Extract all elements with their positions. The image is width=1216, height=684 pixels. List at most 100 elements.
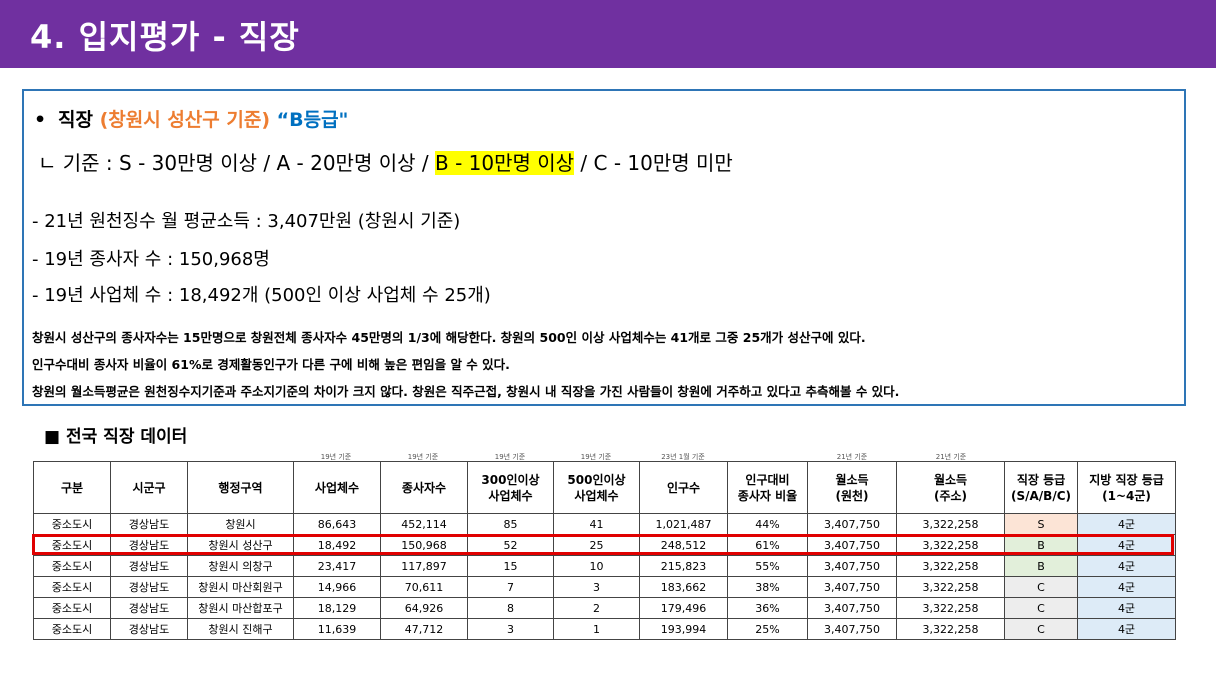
col-district-cell: 창원시 진해구 xyxy=(187,618,294,640)
table-row: 중소도시 경상남도 창원시 86,643 452,114 85 41 1,021,487 44%… xyxy=(33,513,1176,535)
col-job-grade-cell: S xyxy=(1004,513,1078,535)
grade-prefix: 직장 xyxy=(58,109,100,131)
col-district-cell: 창원시 xyxy=(187,513,294,535)
note-line-1: 창원시 성산구의 종사자수는 15만명으로 창원전체 종사자수 45만명의 1/… xyxy=(32,330,866,345)
col-income-source-cell: 3,407,750 xyxy=(807,555,897,577)
col-employee-ratio-cell: 61% xyxy=(727,534,808,556)
col-category-cell: 중소도시 xyxy=(33,513,111,535)
workplace-data-table: 구분 시군구 행정구역 사업체수 종사자수 300인이상 사업체수 500인이상 사업체수 인구수… xyxy=(33,461,1176,640)
col-employee-count-header: 종사자수 xyxy=(380,461,468,514)
col-job-grade-cell: C xyxy=(1004,597,1078,619)
table-header-row: 구분 시군구 행정구역 사업체수 종사자수 300인이상 사업체수 500인이상 사업체수 인구수… xyxy=(33,461,1176,514)
col-regional-grade-cell: 4군 xyxy=(1077,534,1176,556)
col-regional-grade-cell: 4군 xyxy=(1077,597,1176,619)
col-business-count-cell: 14,966 xyxy=(293,576,381,598)
businesses-line: - 19년 사업체 수 : 18,492개 (500인 이상 사업체 수 25개… xyxy=(32,285,491,306)
col-500-plus-cell: 2 xyxy=(553,597,640,619)
col-category-cell: 중소도시 xyxy=(33,555,111,577)
col-job-grade-header: 직장 등급 (S/A/B/C) xyxy=(1004,461,1078,514)
col-employee-ratio-cell: 25% xyxy=(727,618,808,640)
col-employee-count-cell: 47,712 xyxy=(380,618,468,640)
grade-basis: (창원시 성산구 기준) xyxy=(99,109,271,131)
col-job-grade-cell: B xyxy=(1004,534,1078,556)
col-300-plus-cell: 52 xyxy=(467,534,554,556)
employees-line: - 19년 종사자 수 : 150,968명 xyxy=(32,249,270,270)
col-category-cell: 중소도시 xyxy=(33,576,111,598)
col-business-count-cell: 18,129 xyxy=(293,597,381,619)
col-income-address-cell: 3,322,258 xyxy=(896,597,1005,619)
criteria-line: ㄴ 기준 : S - 30만명 이상 / A - 20만명 이상 / B - 1… xyxy=(38,147,733,176)
table-row: 중소도시 경상남도 창원시 의창구 23,417 117,897 15 10 215,823 5… xyxy=(33,555,1176,577)
col-category-cell: 중소도시 xyxy=(33,534,111,556)
section-title: ■ 전국 직장 데이터 xyxy=(44,427,188,447)
table-row: 중소도시 경상남도 창원시 진해구 11,639 47,712 3 1 193,994 25% 3… xyxy=(33,618,1176,640)
col-employee-ratio-cell: 36% xyxy=(727,597,808,619)
criteria-prefix: ㄴ 기준 : S - 30만명 이상 / A - 20만명 이상 / xyxy=(38,151,435,175)
col-employee-count-cell: 70,611 xyxy=(380,576,468,598)
summary-box: • 직장 (창원시 성산구 기준) “B등급" ㄴ 기준 : S - 30만명 이… xyxy=(22,89,1186,406)
col-category-header: 구분 xyxy=(33,461,111,514)
note-line-3: 창원의 월소득평균은 원천징수지기준과 주소지기준의 차이가 크지 않다. 창원… xyxy=(32,384,900,399)
col-category-cell: 중소도시 xyxy=(33,618,111,640)
col-income-address-cell: 3,322,258 xyxy=(896,555,1005,577)
col-employee-ratio-cell: 55% xyxy=(727,555,808,577)
col-300-plus-cell: 15 xyxy=(467,555,554,577)
bullet-icon: • xyxy=(34,109,47,131)
col-province-cell: 경상남도 xyxy=(110,618,188,640)
col-income-address-cell: 3,322,258 xyxy=(896,618,1005,640)
col-population-cell: 215,823 xyxy=(639,555,728,577)
col-income-source-cell: 3,407,750 xyxy=(807,597,897,619)
col-district-cell: 창원시 마산회원구 xyxy=(187,576,294,598)
col-500-plus-cell: 25 xyxy=(553,534,640,556)
col-province-cell: 경상남도 xyxy=(110,513,188,535)
col-business-count-cell: 23,417 xyxy=(293,555,381,577)
col-500-plus-header: 500인이상 사업체수 xyxy=(553,461,640,514)
col-province-cell: 경상남도 xyxy=(110,534,188,556)
col-population-cell: 179,496 xyxy=(639,597,728,619)
col-employee-count-cell: 64,926 xyxy=(380,597,468,619)
col-job-grade-cell: B xyxy=(1004,555,1078,577)
col-employee-count-cell: 150,968 xyxy=(380,534,468,556)
grade-line: • 직장 (창원시 성산구 기준) “B등급" xyxy=(34,105,348,132)
col-job-grade-cell: C xyxy=(1004,618,1078,640)
col-regional-grade-cell: 4군 xyxy=(1077,618,1176,640)
col-income-source-cell: 3,407,750 xyxy=(807,513,897,535)
col-300-plus-cell: 3 xyxy=(467,618,554,640)
col-employee-ratio-cell: 38% xyxy=(727,576,808,598)
col-business-count-header: 사업체수 xyxy=(293,461,381,514)
col-district-cell: 창원시 성산구 xyxy=(187,534,294,556)
col-regional-grade-cell: 4군 xyxy=(1077,576,1176,598)
col-employee-ratio-header: 인구대비 종사자 비율 xyxy=(727,461,808,514)
col-regional-grade-cell: 4군 xyxy=(1077,513,1176,535)
col-business-count-cell: 86,643 xyxy=(293,513,381,535)
col-income-address-cell: 3,322,258 xyxy=(896,513,1005,535)
col-district-cell: 창원시 마산합포구 xyxy=(187,597,294,619)
col-population-cell: 193,994 xyxy=(639,618,728,640)
col-regional-grade-header: 지방 직장 등급 (1~4군) xyxy=(1077,461,1176,514)
col-income-address-header: 월소득 (주소) xyxy=(896,461,1005,514)
col-300-plus-cell: 85 xyxy=(467,513,554,535)
table-row: 중소도시 경상남도 창원시 마산회원구 14,966 70,611 7 3 183,662 38… xyxy=(33,576,1176,598)
col-income-address-cell: 3,322,258 xyxy=(896,576,1005,598)
income-line: - 21년 원천징수 월 평균소득 : 3,407만원 (창원시 기준) xyxy=(32,211,461,232)
table-row-highlighted: 중소도시 경상남도 창원시 성산구 18,492 150,968 52 25 248,512 6… xyxy=(33,534,1176,556)
col-business-count-cell: 18,492 xyxy=(293,534,381,556)
col-500-plus-cell: 3 xyxy=(553,576,640,598)
page-title: 4. 입지평가 - 직장 xyxy=(30,18,300,56)
table-body: 중소도시 경상남도 창원시 86,643 452,114 85 41 1,021,487 44%… xyxy=(33,513,1176,640)
col-300-plus-cell: 8 xyxy=(467,597,554,619)
criteria-suffix: / C - 10만명 미만 xyxy=(574,151,733,175)
col-income-source-header: 월소득 (원천) xyxy=(807,461,897,514)
col-income-address-cell: 3,322,258 xyxy=(896,534,1005,556)
col-population-cell: 183,662 xyxy=(639,576,728,598)
col-district-header: 행정구역 xyxy=(187,461,294,514)
col-income-source-cell: 3,407,750 xyxy=(807,576,897,598)
col-income-source-cell: 3,407,750 xyxy=(807,618,897,640)
col-population-cell: 1,021,487 xyxy=(639,513,728,535)
col-500-plus-cell: 10 xyxy=(553,555,640,577)
col-employee-count-cell: 452,114 xyxy=(380,513,468,535)
col-500-plus-cell: 1 xyxy=(553,618,640,640)
col-population-header: 인구수 xyxy=(639,461,728,514)
col-province-cell: 경상남도 xyxy=(110,576,188,598)
col-regional-grade-cell: 4군 xyxy=(1077,555,1176,577)
